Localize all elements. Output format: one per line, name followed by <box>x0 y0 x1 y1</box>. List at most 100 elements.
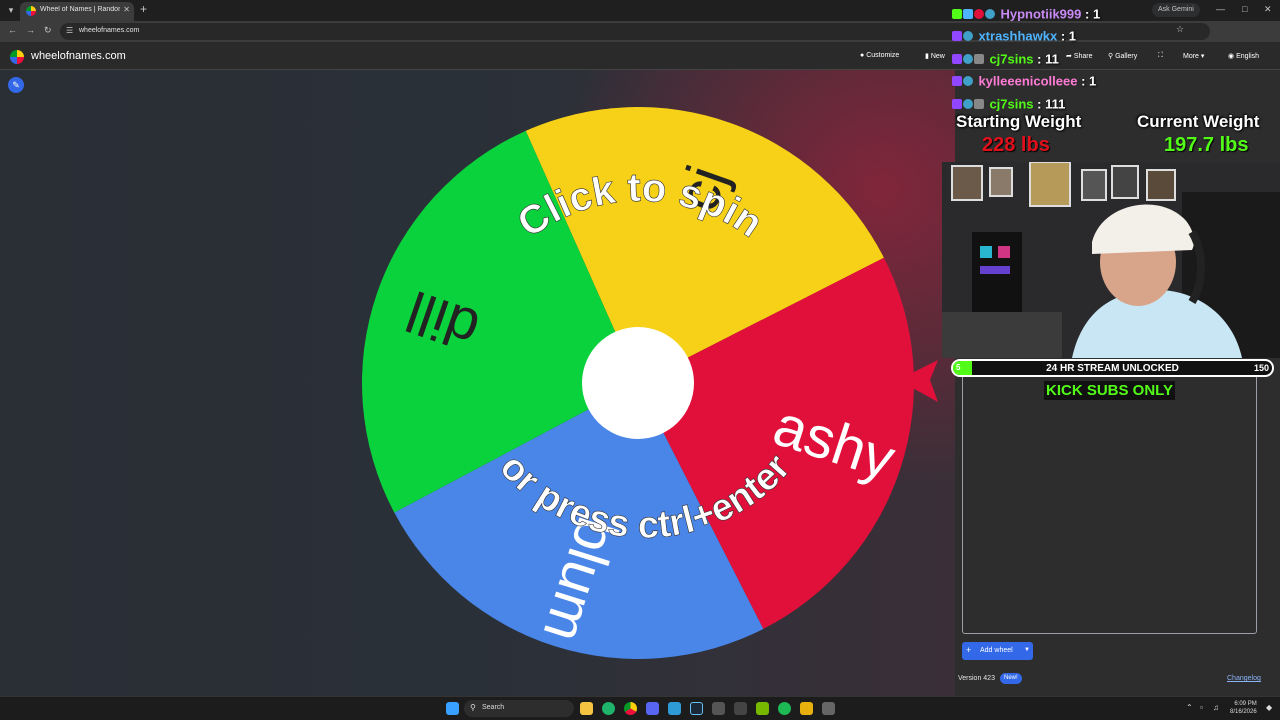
more-button[interactable]: More ▾ <box>1183 52 1204 60</box>
mod-badge-icon <box>974 98 984 109</box>
taskbar-search-label: Search <box>482 704 505 711</box>
chat-badges <box>952 27 974 45</box>
heart-badge-icon <box>974 8 984 19</box>
nvidia-icon[interactable] <box>756 702 769 715</box>
chat-separator: : <box>1057 28 1069 44</box>
chat-separator: : <box>1077 73 1090 89</box>
app-icon[interactable] <box>822 702 835 715</box>
palette-icon: ● <box>860 52 865 59</box>
customize-button[interactable]: ● Customize <box>860 52 899 59</box>
wheel-favicon-icon <box>26 6 36 16</box>
tab-search-icon[interactable]: ▾ <box>4 3 18 17</box>
chat-line: kylleeenicolleee : 1 <box>952 72 1096 92</box>
new-label: New <box>930 53 945 60</box>
globe-badge-icon <box>963 53 973 64</box>
more-label: More <box>1183 53 1199 60</box>
minimize-icon[interactable]: — <box>1216 4 1225 14</box>
new-tab-icon[interactable]: + <box>140 2 147 16</box>
chat-separator: : <box>1033 51 1046 67</box>
sub-goal-target: 150 <box>1253 363 1269 373</box>
bookmark-star-icon[interactable]: ☆ <box>1176 24 1184 35</box>
tab-close-icon[interactable]: ✕ <box>123 5 130 14</box>
app-icon[interactable] <box>668 702 681 715</box>
forward-icon[interactable]: → <box>26 25 35 35</box>
spotify-icon[interactable] <box>778 702 791 715</box>
entries-textbox[interactable] <box>962 368 1257 634</box>
tab-title: Wheel of Names | Random nam <box>40 6 120 13</box>
tray-chevron-icon[interactable]: ⌃ <box>1186 703 1193 712</box>
language-button[interactable]: ◉ English <box>1228 52 1259 60</box>
chat-badges <box>952 5 996 23</box>
reload-icon[interactable]: ↻ <box>44 25 52 36</box>
maximize-icon[interactable]: □ <box>1242 4 1247 14</box>
screen: ▾ Wheel of Names | Random nam ✕ + Ask Ge… <box>0 0 1280 720</box>
new-badge: New! <box>1000 673 1022 684</box>
notification-icon[interactable]: ◆ <box>1266 703 1272 712</box>
globe-badge-icon <box>985 8 995 19</box>
share-button[interactable]: ➦ Share <box>1066 52 1093 60</box>
wheel-center[interactable] <box>582 327 694 439</box>
taskbar-clock[interactable]: 6:09 PM 8/16/2026 <box>1230 700 1257 716</box>
add-wheel-label: Add wheel <box>980 647 1013 654</box>
badge-icon <box>952 30 962 41</box>
share-label: Share <box>1073 53 1093 60</box>
start-icon[interactable] <box>446 702 459 715</box>
browser-tab[interactable]: Wheel of Names | Random nam ✕ <box>20 2 134 21</box>
chat-message: 11 <box>1045 51 1059 67</box>
site-header: wheelofnames.com ● Customize ▮ New ➦ Sha… <box>0 42 1280 70</box>
language-label: English <box>1236 53 1260 60</box>
wheel[interactable]: cjashyblumdill Click to spin or press ct… <box>355 96 925 666</box>
globe-icon: ◉ <box>1228 53 1235 60</box>
sub-goal-bar: 5 24 HR STREAM UNLOCKED 150 <box>951 359 1274 377</box>
site-logo-text[interactable]: wheelofnames.com <box>31 50 126 62</box>
xbox-icon[interactable] <box>602 702 615 715</box>
new-button[interactable]: ▮ New <box>925 52 945 60</box>
chat-line: xtrashhawkx : 1 <box>952 27 1076 47</box>
webcam-scene <box>942 162 1280 358</box>
chat-username: cj7sins <box>989 96 1034 112</box>
changelog-link[interactable]: Changelog <box>1227 675 1261 682</box>
app-icon[interactable] <box>712 702 725 715</box>
kick-badge-icon <box>952 8 962 19</box>
taskbar-search[interactable]: ⚲ Search <box>464 700 574 717</box>
gallery-button[interactable]: ⚲ Gallery <box>1108 52 1137 60</box>
ask-gemini-button[interactable]: Ask Gemini <box>1152 3 1200 17</box>
version-text: Version 423 <box>958 675 995 682</box>
current-weight-label: Current Weight <box>1137 112 1260 131</box>
add-wheel-button[interactable]: + Add wheel ▼ <box>962 642 1033 660</box>
share-icon: ➦ <box>1066 53 1072 60</box>
chat-badges <box>952 50 985 68</box>
globe-badge-icon <box>963 98 973 109</box>
chrome-icon[interactable] <box>624 702 637 715</box>
edit-pencil-icon[interactable]: ✎ <box>8 77 24 93</box>
clock-date: 8/16/2026 <box>1230 709 1257 715</box>
globe-badge-icon <box>963 30 973 41</box>
chat-line: cj7sins : 11 <box>952 50 1059 70</box>
volume-icon[interactable]: ♫ <box>1213 703 1219 712</box>
network-icon[interactable]: ▫ <box>1200 703 1203 712</box>
chat-username: kylleeenicolleee <box>978 73 1078 89</box>
fullscreen-icon[interactable]: ⛶ <box>1158 52 1163 60</box>
chat-separator: : <box>1033 96 1046 112</box>
window-close-icon[interactable]: ✕ <box>1264 4 1272 15</box>
webcam-feed <box>942 162 1280 358</box>
site-info-icon[interactable]: ☰ <box>66 26 73 35</box>
chat-line: Hypnotiik999 : 1 <box>952 5 1100 25</box>
sub-goal-title: 24 HR STREAM UNLOCKED <box>1046 363 1179 374</box>
badge-icon <box>963 8 973 19</box>
starting-weight-value: 228 lbs <box>982 134 1050 156</box>
app-icon[interactable] <box>800 702 813 715</box>
badge-icon <box>952 53 962 64</box>
chevron-down-icon[interactable]: ▼ <box>1024 647 1030 653</box>
back-icon[interactable]: ← <box>8 25 17 35</box>
plus-icon: + <box>966 645 972 655</box>
terminal-icon[interactable] <box>734 702 747 715</box>
chat-message: 1 <box>1089 73 1097 89</box>
mod-badge-icon <box>974 53 984 64</box>
steam-icon[interactable] <box>690 702 703 715</box>
discord-icon[interactable] <box>646 702 659 715</box>
chat-message: 1 <box>1068 28 1077 44</box>
chat-username: Hypnotiik999 <box>1000 6 1082 22</box>
file-explorer-icon[interactable] <box>580 702 593 715</box>
chat-separator: : <box>1081 6 1093 22</box>
